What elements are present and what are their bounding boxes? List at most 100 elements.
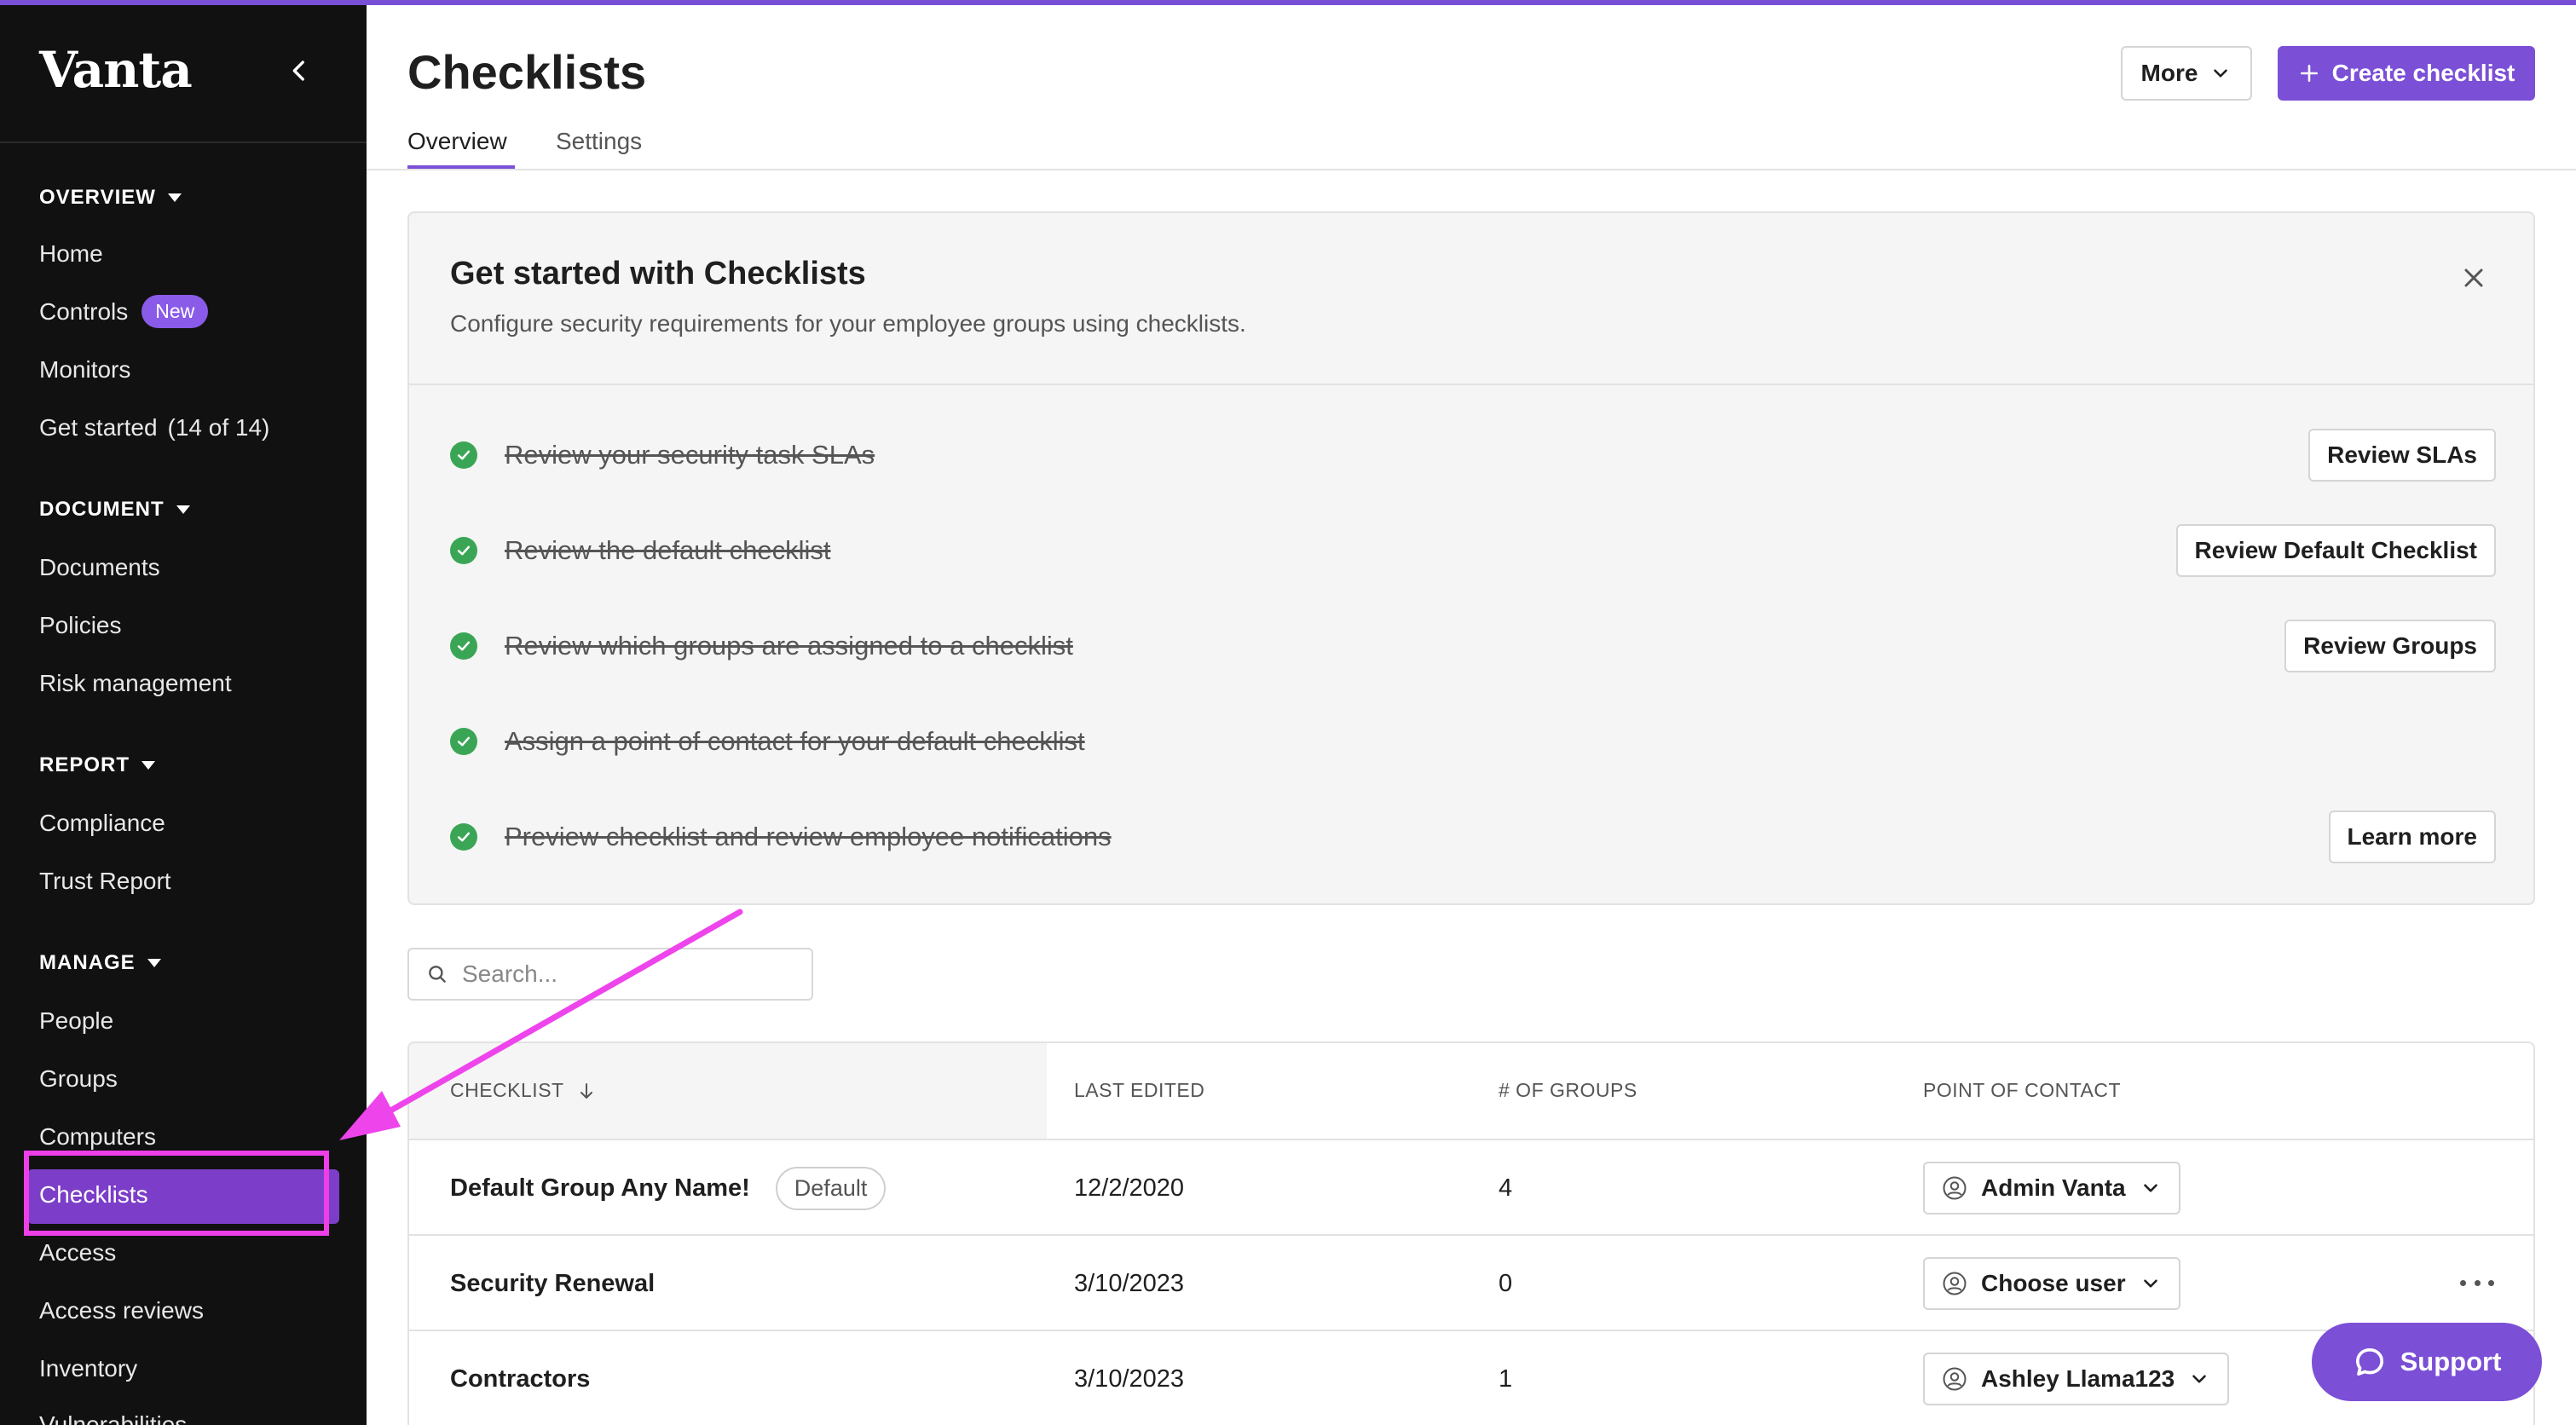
- sidebar-item-label: Inventory: [39, 1355, 138, 1382]
- table-row[interactable]: Security Renewal 3/10/2023 0 Choose user: [409, 1236, 2533, 1331]
- checklist-name[interactable]: Default Group Any Name!: [450, 1174, 750, 1203]
- sidebar-item-label: Vulnerabilities: [39, 1411, 188, 1425]
- sidebar-item-computers[interactable]: Computers: [39, 1123, 156, 1151]
- header-divider: [367, 169, 2576, 170]
- create-checklist-button[interactable]: Create checklist: [2278, 46, 2535, 101]
- column-header-checklist[interactable]: CHECKLIST: [450, 1079, 597, 1102]
- sidebar-section-report[interactable]: REPORT: [39, 753, 156, 777]
- get-started-panel: Get started with Checklists Configure se…: [407, 211, 2535, 905]
- get-started-progress-count: (14 of 14): [167, 414, 270, 441]
- column-header-point-of-contact[interactable]: POINT OF CONTACT: [1923, 1079, 2121, 1102]
- sidebar-section-label: REPORT: [39, 753, 130, 776]
- sidebar-divider: [0, 141, 367, 143]
- last-edited-cell: 3/10/2023: [1074, 1269, 1185, 1297]
- sidebar-item-trust-report[interactable]: Trust Report: [39, 868, 171, 895]
- new-badge: New: [142, 295, 209, 328]
- sidebar-item-label: Risk management: [39, 670, 232, 696]
- task-label: Preview checklist and review employee no…: [505, 822, 1112, 851]
- point-of-contact-select[interactable]: Choose user: [1923, 1257, 2180, 1310]
- learn-more-button[interactable]: Learn more: [2328, 811, 2496, 863]
- sidebar-item-controls[interactable]: Controls New: [39, 295, 209, 328]
- sidebar-item-groups[interactable]: Groups: [39, 1065, 118, 1093]
- checklists-table: CHECKLIST LAST EDITED # OF GROUPS POINT …: [407, 1041, 2535, 1425]
- task-item: Assign a point of contact for your defau…: [450, 714, 2496, 769]
- chat-bubble-icon: [2355, 1348, 2383, 1376]
- sidebar-item-monitors[interactable]: Monitors: [39, 356, 130, 384]
- sidebar-section-manage[interactable]: MANAGE: [39, 951, 161, 975]
- sidebar-item-label: Get started: [39, 414, 158, 441]
- tab-overview[interactable]: Overview: [407, 128, 507, 155]
- caret-down-icon: [142, 761, 156, 770]
- sidebar-section-document[interactable]: DOCUMENT: [39, 498, 190, 522]
- group-count-cell: 4: [1499, 1174, 1513, 1202]
- sidebar-item-people[interactable]: People: [39, 1007, 113, 1035]
- last-edited-cell: 3/10/2023: [1074, 1364, 1185, 1393]
- task-label: Review which groups are assigned to a ch…: [505, 631, 1073, 661]
- get-started-title: Get started with Checklists: [450, 256, 866, 291]
- close-icon[interactable]: [2458, 262, 2489, 293]
- sidebar-section-label: DOCUMENT: [39, 498, 165, 521]
- point-of-contact-select[interactable]: Admin Vanta: [1923, 1162, 2180, 1214]
- point-of-contact-select[interactable]: Ashley Llama123: [1923, 1353, 2230, 1405]
- checklist-name[interactable]: Contractors: [450, 1365, 590, 1393]
- sidebar-item-inventory[interactable]: Inventory: [39, 1355, 137, 1382]
- caret-down-icon: [176, 505, 190, 514]
- more-options-ellipsis-icon[interactable]: [2460, 1270, 2494, 1295]
- sidebar-item-label: Access reviews: [39, 1297, 204, 1324]
- check-circle-icon: [450, 728, 477, 755]
- checklist-name-cell: Security Renewal: [450, 1236, 655, 1331]
- chevron-down-icon: [2214, 69, 2228, 78]
- default-tag: Default: [775, 1166, 887, 1210]
- more-dropdown-button[interactable]: More: [2121, 46, 2252, 101]
- check-circle-icon: [450, 632, 477, 660]
- check-circle-icon: [450, 441, 477, 469]
- sidebar-item-access-reviews[interactable]: Access reviews: [39, 1297, 204, 1324]
- more-button-label: More: [2140, 60, 2198, 86]
- sidebar-item-get-started[interactable]: Get started (14 of 14): [39, 414, 269, 441]
- contact-name: Choose user: [1981, 1270, 2126, 1296]
- task-label: Review the default checklist: [505, 535, 831, 565]
- sidebar-item-policies[interactable]: Policies: [39, 612, 121, 639]
- tab-settings[interactable]: Settings: [556, 128, 642, 155]
- sidebar-item-label: Home: [39, 240, 103, 267]
- task-item: Review which groups are assigned to a ch…: [450, 619, 2496, 673]
- sidebar-item-vulnerabilities[interactable]: Vulnerabilities: [39, 1411, 187, 1425]
- sidebar-item-documents[interactable]: Documents: [39, 554, 160, 581]
- annotation-highlight-box: [24, 1151, 329, 1236]
- checklist-name-cell: Default Group Any Name! Default: [450, 1140, 887, 1236]
- sidebar-item-home[interactable]: Home: [39, 240, 103, 268]
- collapse-sidebar-chevron-left-icon[interactable]: [285, 56, 314, 85]
- check-circle-icon: [450, 537, 477, 564]
- column-header-last-edited[interactable]: LAST EDITED: [1074, 1079, 1204, 1102]
- contact-cell: Choose user: [1923, 1236, 2180, 1331]
- chevron-down-icon: [2143, 1279, 2157, 1288]
- plus-icon: [2300, 65, 2318, 82]
- sidebar-item-compliance[interactable]: Compliance: [39, 810, 165, 837]
- sidebar-section-overview[interactable]: OVERVIEW: [39, 186, 182, 210]
- table-row[interactable]: Contractors 3/10/2023 1 Ashley Llama123: [409, 1331, 2533, 1425]
- review-groups-button[interactable]: Review Groups: [2284, 620, 2496, 672]
- sidebar-item-label: Groups: [39, 1065, 118, 1092]
- search-input[interactable]: [462, 961, 803, 988]
- group-count-cell: 0: [1499, 1269, 1513, 1297]
- contact-name: Ashley Llama123: [1981, 1365, 2175, 1392]
- sidebar-item-risk-management[interactable]: Risk management: [39, 670, 232, 697]
- review-default-checklist-button[interactable]: Review Default Checklist: [2175, 524, 2496, 577]
- task-item: Preview checklist and review employee no…: [450, 810, 2496, 864]
- task-label: Review your security task SLAs: [505, 440, 875, 470]
- vanta-logo[interactable]: Vanta: [39, 41, 193, 99]
- sidebar-item-access[interactable]: Access: [39, 1239, 116, 1266]
- caret-down-icon: [147, 959, 161, 967]
- review-slas-button[interactable]: Review SLAs: [2308, 429, 2496, 482]
- create-checklist-label: Create checklist: [2331, 60, 2515, 86]
- support-button[interactable]: Support: [2312, 1323, 2542, 1401]
- sidebar-item-label: People: [39, 1007, 114, 1034]
- get-started-description: Configure security requirements for your…: [450, 310, 1246, 337]
- table-row[interactable]: Default Group Any Name! Default 12/2/202…: [409, 1140, 2533, 1236]
- column-header-groups[interactable]: # OF GROUPS: [1499, 1079, 1637, 1102]
- task-item: Review the default checklist Review Defa…: [450, 523, 2496, 578]
- contact-cell: Ashley Llama123: [1923, 1331, 2230, 1425]
- checklist-name[interactable]: Security Renewal: [450, 1270, 655, 1298]
- user-avatar-icon: [1943, 1367, 1967, 1391]
- support-label: Support: [2400, 1347, 2502, 1376]
